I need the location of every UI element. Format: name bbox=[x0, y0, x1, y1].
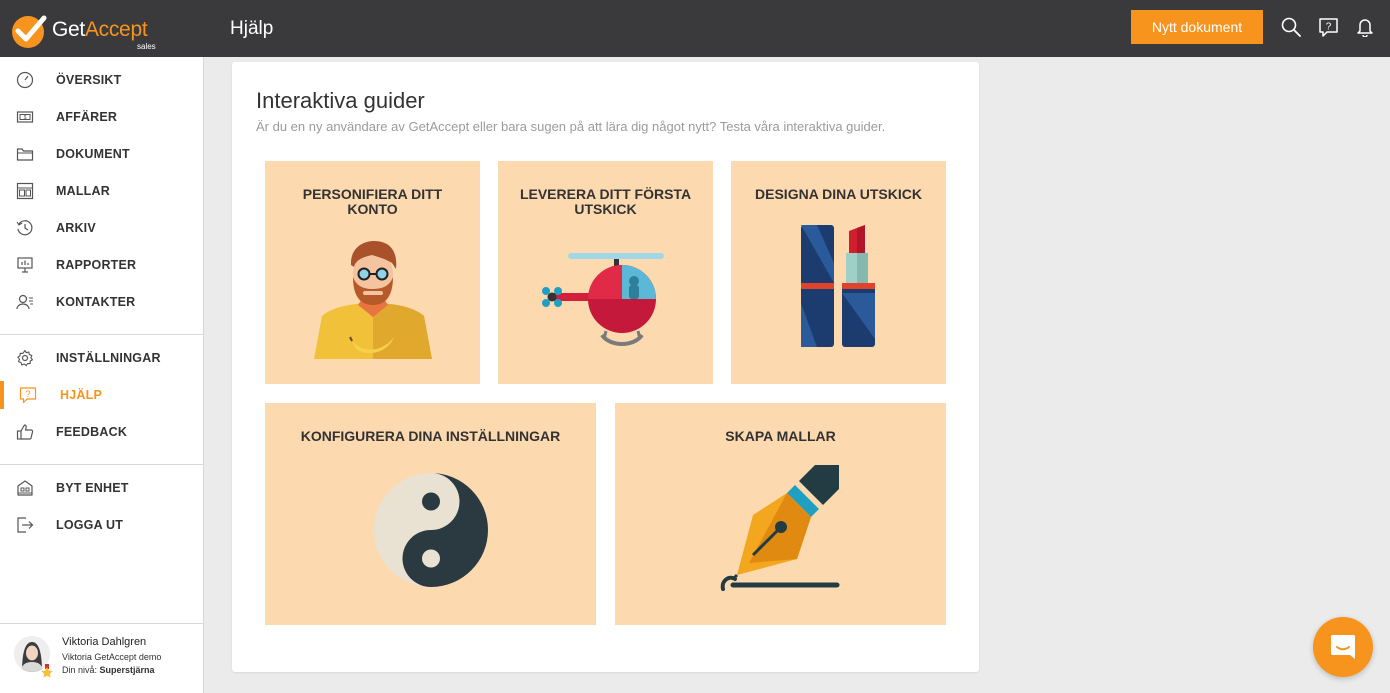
contacts-icon bbox=[16, 294, 33, 310]
sidebar-divider bbox=[0, 464, 204, 465]
guide-title: SKAPA MALLAR bbox=[725, 428, 836, 444]
dashboard-icon bbox=[16, 71, 34, 89]
sidebar-item-label: RAPPORTER bbox=[56, 258, 137, 272]
page-title: Hjälp bbox=[230, 18, 274, 39]
sidebar-item-label: FEEDBACK bbox=[56, 425, 128, 439]
getaccept-logo[interactable]: GetAccept sales bbox=[10, 12, 170, 52]
sidebar-item-label: HJÄLP bbox=[60, 388, 102, 402]
user-profile[interactable]: Viktoria Dahlgren Viktoria GetAccept dem… bbox=[0, 623, 204, 693]
user-level: Din nivå: Superstjärna bbox=[62, 665, 155, 675]
archive-icon bbox=[16, 220, 33, 236]
documents-icon bbox=[16, 148, 34, 161]
guide-tile-personifiera[interactable]: PERSONIFIERA DITT KONTO bbox=[265, 161, 480, 384]
thumbs-up-icon bbox=[16, 424, 34, 440]
sidebar-item-installningar[interactable]: INSTÄLLNINGAR bbox=[0, 340, 204, 376]
sidebar-item-kontakter[interactable]: KONTAKTER bbox=[0, 284, 204, 320]
star-badge-icon bbox=[41, 664, 53, 678]
person-icon bbox=[314, 241, 432, 359]
help-icon: ? bbox=[19, 387, 37, 404]
sidebar-item-label: BYT ENHET bbox=[56, 481, 129, 495]
sidebar-item-label: DOKUMENT bbox=[56, 147, 130, 161]
sidebar-item-label: INSTÄLLNINGAR bbox=[56, 351, 161, 365]
help-chat-icon[interactable]: ? bbox=[1317, 16, 1339, 38]
sidebar-item-byt-enhet[interactable]: BYT ENHET bbox=[0, 470, 204, 506]
guide-tile-konfigurera[interactable]: KONFIGURERA DINA INSTÄLLNINGAR bbox=[265, 403, 596, 625]
sidebar-item-label: MALLAR bbox=[56, 184, 110, 198]
sidebar-item-hjalp[interactable]: ? HJÄLP bbox=[0, 377, 204, 413]
sidebar-divider bbox=[0, 334, 204, 335]
svg-text:?: ? bbox=[25, 389, 30, 399]
sidebar-item-oversikt[interactable]: ÖVERSIKT bbox=[0, 62, 204, 98]
templates-icon bbox=[16, 182, 34, 200]
sidebar-item-logga-ut[interactable]: LOGGA UT bbox=[0, 507, 204, 543]
sidebar-item-rapporter[interactable]: RAPPORTER bbox=[0, 247, 204, 283]
sidebar-item-dokument[interactable]: DOKUMENT bbox=[0, 136, 204, 172]
helicopter-icon bbox=[542, 253, 664, 346]
logout-icon bbox=[17, 517, 34, 533]
sidebar: ÖVERSIKT $ AFFÄRER DOKUMENT MALLAR ARKIV… bbox=[0, 57, 204, 693]
sidebar-item-label: ARKIV bbox=[56, 221, 96, 235]
user-company: Viktoria GetAccept demo bbox=[62, 652, 162, 662]
yin-yang-icon bbox=[374, 473, 488, 587]
lipstick-icon bbox=[801, 225, 875, 347]
guide-title: DESIGNA DINA UTSKICK bbox=[755, 186, 922, 202]
sidebar-item-label: AFFÄRER bbox=[56, 110, 118, 124]
guides-card: Interaktiva guider Är du en ny användare… bbox=[232, 62, 979, 672]
chat-icon bbox=[1331, 635, 1355, 659]
guide-tile-designa[interactable]: DESIGNA DINA UTSKICK bbox=[731, 161, 946, 384]
brand-name: GetAccept bbox=[52, 18, 148, 41]
guide-tile-leverera[interactable]: LEVERERA DITT FÖRSTA UTSKICK bbox=[498, 161, 713, 384]
switch-entity-icon bbox=[17, 480, 33, 496]
brand-sub: sales bbox=[137, 42, 156, 51]
search-icon[interactable] bbox=[1280, 16, 1302, 38]
guide-title: LEVERERA DITT FÖRSTA UTSKICK bbox=[519, 186, 692, 217]
new-document-button[interactable]: Nytt dokument bbox=[1131, 10, 1263, 44]
logo-check-icon bbox=[12, 15, 47, 48]
guide-title: PERSONIFIERA DITT KONTO bbox=[302, 186, 443, 217]
sidebar-item-label: LOGGA UT bbox=[56, 518, 124, 532]
svg-text:$: $ bbox=[24, 115, 27, 121]
deals-icon: $ bbox=[16, 111, 34, 123]
sidebar-item-label: ÖVERSIKT bbox=[56, 73, 122, 87]
sidebar-item-mallar[interactable]: MALLAR bbox=[0, 173, 204, 209]
sidebar-item-arkiv[interactable]: ARKIV bbox=[0, 210, 204, 246]
reports-icon bbox=[17, 257, 33, 273]
svg-text:?: ? bbox=[1325, 21, 1331, 32]
guide-tile-skapa-mallar[interactable]: SKAPA MALLAR bbox=[615, 403, 946, 625]
sidebar-item-feedback[interactable]: FEEDBACK bbox=[0, 414, 204, 450]
user-name: Viktoria Dahlgren bbox=[62, 636, 147, 648]
guides-title: Interaktiva guider bbox=[256, 88, 425, 113]
sidebar-item-label: KONTAKTER bbox=[56, 295, 136, 309]
guides-subtitle: Är du en ny användare av GetAccept eller… bbox=[256, 119, 886, 134]
bell-icon[interactable] bbox=[1354, 16, 1376, 38]
top-bar: GetAccept sales Hjälp Nytt dokument ? bbox=[0, 0, 1390, 57]
fountain-pen-icon bbox=[720, 465, 840, 591]
sidebar-item-affarer[interactable]: $ AFFÄRER bbox=[0, 99, 204, 135]
gear-icon bbox=[17, 349, 34, 367]
guide-title: KONFIGURERA DINA INSTÄLLNINGAR bbox=[300, 428, 561, 444]
chat-widget-button[interactable] bbox=[1313, 617, 1373, 677]
